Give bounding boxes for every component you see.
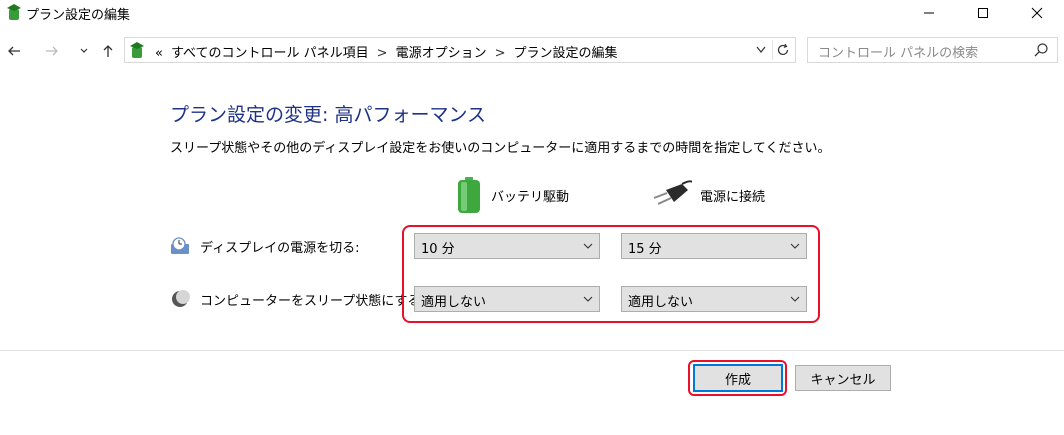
display-off-row-label: ディスプレイの電源を切る: — [170, 236, 359, 256]
recent-locations-button[interactable] — [74, 41, 94, 61]
maximize-button[interactable] — [960, 0, 1006, 26]
breadcrumb-separator[interactable]: > — [377, 46, 388, 61]
maximize-icon — [978, 8, 988, 18]
breadcrumb-separator[interactable]: > — [495, 46, 506, 61]
page-heading: プラン設定の変更: 高パフォーマンス — [170, 104, 487, 126]
sleep-row-label: コンピューターをスリープ状態にする: — [170, 289, 425, 309]
back-button[interactable] — [4, 41, 24, 61]
minimize-icon — [924, 12, 934, 14]
column-label-battery: バッテリ駆動 — [491, 189, 570, 205]
cancel-button[interactable]: キャンセル — [795, 365, 891, 391]
chevron-down-icon — [756, 46, 766, 53]
breadcrumb: « すべてのコントロール パネル項目 > 電源オプション > プラン設定の編集 — [155, 42, 618, 61]
close-button[interactable] — [1014, 0, 1060, 26]
page-description: スリープ状態やその他のディスプレイ設定をお使いのコンピューターに適用するまでの時… — [170, 141, 831, 156]
arrow-right-icon — [46, 46, 58, 56]
sleep-moon-icon — [172, 290, 190, 307]
breadcrumb-item[interactable]: 電源オプション — [396, 42, 487, 61]
up-button[interactable] — [98, 41, 118, 61]
settings-highlight-box — [402, 225, 820, 323]
window-title: プラン設定の編集 — [26, 8, 131, 23]
address-dropdown-button[interactable] — [751, 40, 771, 60]
arrow-left-icon — [8, 46, 20, 56]
display-off-label: ディスプレイの電源を切る: — [200, 240, 360, 256]
power-plan-icon — [7, 4, 21, 20]
title-bar: プラン設定の編集 — [0, 0, 1064, 26]
search-icon[interactable] — [1033, 42, 1049, 58]
battery-icon — [458, 177, 480, 213]
column-header-battery: バッテリ駆動 — [455, 175, 569, 215]
footer-divider — [0, 350, 1064, 351]
search-box[interactable]: コントロール パネルの検索 — [807, 37, 1058, 63]
power-plug-icon — [653, 180, 692, 205]
breadcrumb-item[interactable]: すべてのコントロール パネル項目 — [171, 42, 369, 61]
save-button[interactable]: 作成 — [693, 364, 783, 392]
column-header-plugged: 電源に接続 — [652, 175, 765, 215]
sleep-label: コンピューターをスリープ状態にする: — [200, 293, 425, 309]
chevron-down-icon — [80, 48, 88, 53]
breadcrumb-item[interactable]: プラン設定の編集 — [514, 42, 618, 61]
column-label-plugged: 電源に接続 — [700, 189, 766, 205]
display-clock-icon — [171, 237, 189, 254]
control-panel-icon — [130, 42, 144, 58]
refresh-button[interactable] — [772, 40, 793, 60]
minimize-button[interactable] — [906, 0, 952, 26]
arrow-up-icon — [103, 45, 113, 57]
forward-button[interactable] — [42, 41, 62, 61]
breadcrumb-overflow[interactable]: « — [155, 46, 163, 61]
address-bar[interactable]: « すべてのコントロール パネル項目 > 電源オプション > プラン設定の編集 — [124, 37, 796, 63]
close-icon — [1031, 7, 1043, 19]
refresh-icon — [777, 43, 789, 56]
search-placeholder: コントロール パネルの検索 — [818, 46, 979, 61]
